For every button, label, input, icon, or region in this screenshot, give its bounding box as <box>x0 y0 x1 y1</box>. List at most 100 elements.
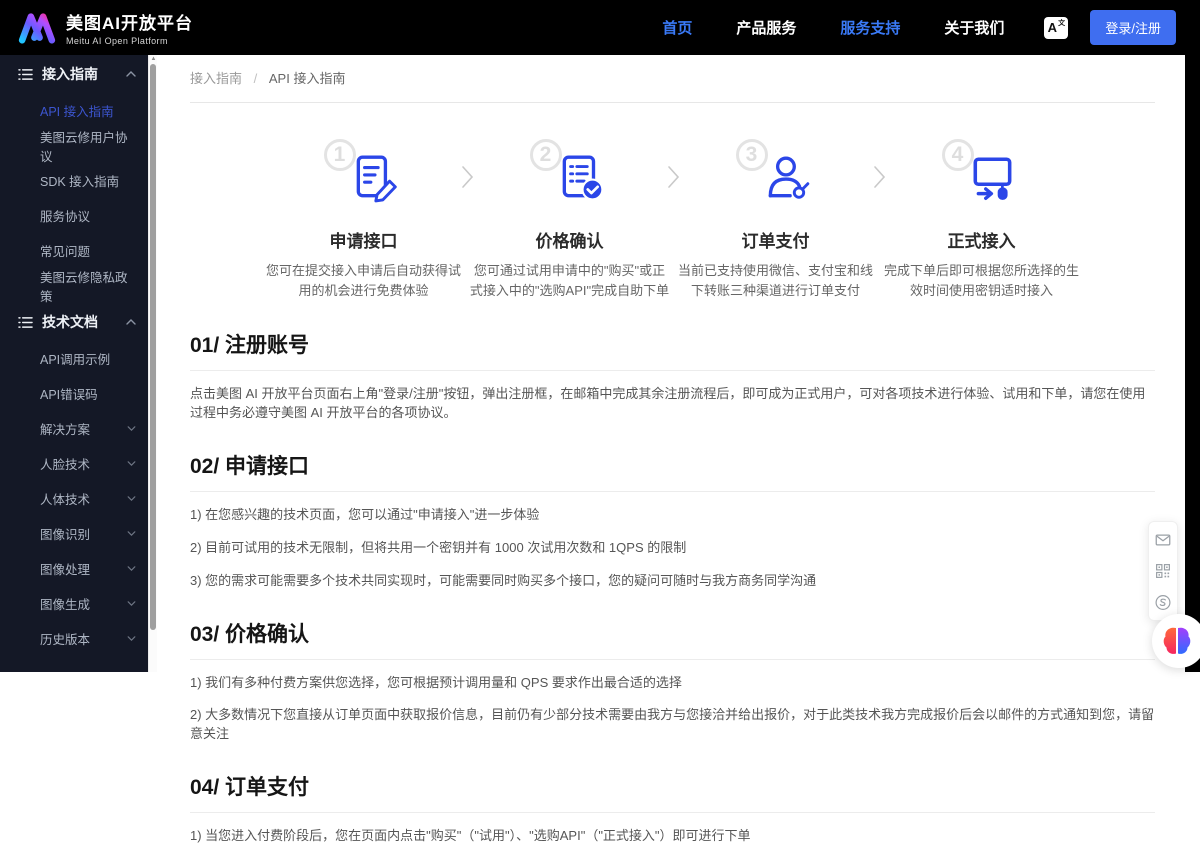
section-text: 2) 大多数情况下您直接从订单页面中获取报价信息，目前仍有少部分技术需要由我方与… <box>190 706 1155 744</box>
phone-icon[interactable] <box>1154 593 1172 611</box>
step-title: 申请接口 <box>264 227 464 252</box>
sidebar-item-label: API调用示例 <box>40 349 110 368</box>
doc-section: 02/ 申请接口 1) 在您感兴趣的技术页面，您可以通过"申请接入"进一步体验 2)… <box>190 450 1155 591</box>
logo[interactable]: 美图AI开放平台 Meitu AI Open Platform <box>16 9 193 47</box>
chevron-up-icon <box>126 319 136 325</box>
section-text: 2) 目前可试用的技术无限制，但将共用一个密钥并有 1000 次试用次数和 1Q… <box>190 539 1155 558</box>
sidebar-section-header[interactable]: 接入指南 <box>0 55 148 93</box>
sidebar-item[interactable]: 人体技术 <box>0 481 148 516</box>
sidebar-item-label: 图像识别 <box>40 524 90 543</box>
steps-row: 1申请接口您可在提交接入申请后自动获得试用的机会进行免费体验2价格确认您可通过试… <box>190 139 1155 301</box>
sidebar-item-label: 美图云修隐私政策 <box>40 267 136 305</box>
sidebar-item-label: 人体技术 <box>40 489 90 508</box>
nav-item[interactable]: 关于我们 <box>944 17 1004 38</box>
sidebar-item[interactable]: 图像生成 <box>0 586 148 621</box>
step-title: 价格确认 <box>470 227 670 252</box>
nav-item[interactable]: 服务支持 <box>840 17 900 38</box>
sidebar-item[interactable]: 美图云修用户协议 <box>0 128 148 163</box>
step-4: 4 正式接入完成下单后即可根据您所选择的生效时间使用密钥适时接入 <box>882 139 1082 301</box>
monitor-arrow-icon <box>968 153 1018 203</box>
sidebar-item-label: API错误码 <box>40 384 98 403</box>
sidebar-nav: 接入指南 API 接入指南美图云修用户协议 SDK 接入指南服务协议常见问题美图云修… <box>0 55 148 656</box>
chevron-down-icon <box>127 636 136 641</box>
sidebar-item[interactable]: 美图云修隐私政策 <box>0 268 148 303</box>
sidebar-section-header[interactable]: 技术文档 <box>0 303 148 341</box>
doc-sections: 01/ 注册账号点击美图 AI 开放平台页面右上角"登录/注册"按钮，弹出注册框… <box>190 329 1155 846</box>
sidebar-item-label: 图像生成 <box>40 594 90 613</box>
sidebar-item[interactable]: 解决方案 <box>0 411 148 446</box>
logo-title: 美图AI开放平台 <box>66 9 193 34</box>
step-illustration: 1 <box>324 139 404 215</box>
nav-item[interactable]: 产品服务 <box>736 17 796 38</box>
step-title: 订单支付 <box>676 227 876 252</box>
user-key-icon <box>762 153 812 203</box>
step-description: 您可通过试用申请中的"购买"或正式接入中的"选购API"完成自助下单 <box>470 261 670 301</box>
contact-float-panel <box>1148 521 1178 621</box>
doc-section: 03/ 价格确认 1) 我们有多种付费方案供您选择，您可根据预计调用量和 QPS … <box>190 618 1155 745</box>
sidebar-item-label: 服务协议 <box>40 206 90 225</box>
section-text: 1) 在您感兴趣的技术页面，您可以通过"申请接入"进一步体验 <box>190 506 1155 525</box>
sidebar-section-label: 接入指南 <box>42 64 98 84</box>
login-register-button[interactable]: 登录/注册 <box>1090 10 1176 45</box>
sidebar-item[interactable]: API调用示例 <box>0 341 148 376</box>
brain-icon <box>1161 625 1193 657</box>
step-description: 完成下单后即可根据您所选择的生效时间使用密钥适时接入 <box>882 261 1082 301</box>
sidebar-item-label: 常见问题 <box>40 241 90 260</box>
sidebar-item[interactable]: 历史版本 <box>0 621 148 656</box>
section-text: 1) 我们有多种付费方案供您选择，您可根据预计调用量和 QPS 要求作出最合适的… <box>190 674 1155 693</box>
sidebar-item-label: SDK 接入指南 <box>40 171 119 190</box>
scroll-up-arrow-icon[interactable]: ▲ <box>149 56 158 62</box>
sidebar-item[interactable]: 人脸技术 <box>0 446 148 481</box>
chevron-down-icon <box>127 531 136 536</box>
sidebar: 接入指南 API 接入指南美图云修用户协议 SDK 接入指南服务协议常见问题美图云修… <box>0 55 148 672</box>
section-text: 3) 您的需求可能需要多个技术共同实现时，可能需要同时购买多个接口，您的疑问可随… <box>190 572 1155 591</box>
section-heading: 02/ 申请接口 <box>190 450 1155 480</box>
step-illustration: 4 <box>942 139 1022 215</box>
section-heading: 03/ 价格确认 <box>190 618 1155 648</box>
header-nav: 首页 产品服务 服务支持 关于我们 <box>662 17 1004 38</box>
section-divider <box>190 491 1155 492</box>
step-title: 正式接入 <box>882 227 1082 252</box>
sidebar-item[interactable]: 服务协议 <box>0 198 148 233</box>
qr-code-icon[interactable] <box>1154 562 1172 580</box>
section-text: 1) 当您进入付费阶段后，您在页面内点击"购买"（"试用"）、"选购API"（"… <box>190 827 1155 846</box>
sidebar-item[interactable]: API 接入指南 <box>0 93 148 128</box>
sidebar-item[interactable]: 图像识别 <box>0 516 148 551</box>
logo-subtitle: Meitu AI Open Platform <box>66 36 193 46</box>
step-1: 1申请接口您可在提交接入申请后自动获得试用的机会进行免费体验 <box>264 139 464 301</box>
page-scrollbar[interactable] <box>1185 55 1200 672</box>
section-divider <box>190 370 1155 371</box>
translate-icon[interactable]: A文 <box>1044 17 1068 39</box>
chevron-down-icon <box>127 426 136 431</box>
sidebar-item-label: 美图云修用户协议 <box>40 127 136 165</box>
step-2: 2 价格确认您可通过试用申请中的"购买"或正式接入中的"选购API"完成自助下单 <box>470 139 670 301</box>
mail-icon[interactable] <box>1154 531 1172 549</box>
doc-section: 04/ 订单支付 1) 当您进入付费阶段后，您在页面内点击"购买"（"试用"）、"… <box>190 771 1155 846</box>
step-illustration: 2 <box>530 139 610 215</box>
doc-section: 01/ 注册账号点击美图 AI 开放平台页面右上角"登录/注册"按钮，弹出注册框… <box>190 329 1155 423</box>
section-heading: 04/ 订单支付 <box>190 771 1155 801</box>
sidebar-scrollbar-thumb[interactable] <box>150 64 156 630</box>
section-divider <box>190 659 1155 660</box>
chevron-down-icon <box>127 601 136 606</box>
sidebar-item-label: 历史版本 <box>40 629 90 648</box>
sidebar-item[interactable]: API错误码 <box>0 376 148 411</box>
nav-item[interactable]: 首页 <box>662 17 692 38</box>
section-text: 点击美图 AI 开放平台页面右上角"登录/注册"按钮，弹出注册框，在邮箱中完成其… <box>190 385 1155 423</box>
section-divider <box>190 812 1155 813</box>
sidebar-item[interactable]: 图像处理 <box>0 551 148 586</box>
header: 美图AI开放平台 Meitu AI Open Platform 首页 产品服务 服务… <box>0 0 1200 55</box>
breadcrumb: 接入指南 / API 接入指南 <box>190 55 1155 103</box>
doc-pencil-icon <box>350 153 400 203</box>
list-icon <box>18 68 33 81</box>
sidebar-item[interactable]: SDK 接入指南 <box>0 163 148 198</box>
sidebar-scrollbar[interactable]: ▲ <box>148 55 157 672</box>
sidebar-item[interactable]: 常见问题 <box>0 233 148 268</box>
breadcrumb-parent[interactable]: 接入指南 <box>190 71 242 86</box>
sidebar-item-label: 图像处理 <box>40 559 90 578</box>
ai-assistant-button[interactable] <box>1152 614 1200 668</box>
breadcrumb-separator: / <box>254 71 258 86</box>
chevron-down-icon <box>127 461 136 466</box>
step-3: 3订单支付当前已支持使用微信、支付宝和线下转账三种渠道进行订单支付 <box>676 139 876 301</box>
step-description: 当前已支持使用微信、支付宝和线下转账三种渠道进行订单支付 <box>676 261 876 301</box>
